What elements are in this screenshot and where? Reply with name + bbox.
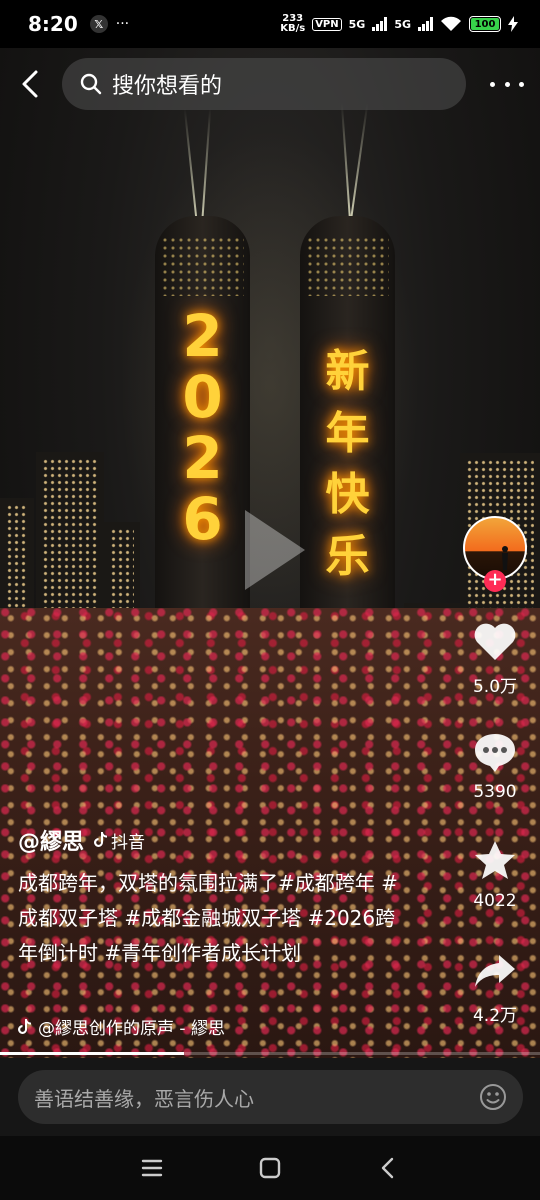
tiktok-note-icon (94, 832, 108, 847)
emoji-icon[interactable] (479, 1083, 507, 1111)
x-app-icon: 𝕏 (89, 15, 108, 33)
music-row[interactable]: @繆思创作的原声 - 繆思 (18, 1014, 225, 1039)
play-icon[interactable] (245, 510, 305, 590)
like-count: 5.0万 (472, 677, 518, 697)
search-placeholder: 搜你想看的 (112, 74, 223, 99)
sim2-label: 5G (394, 17, 411, 31)
signal-icon (372, 17, 388, 31)
charging-icon (508, 16, 518, 32)
music-title: @繆思创作的原声 - 繆思 (38, 1019, 225, 1039)
star-icon (475, 841, 515, 879)
comment-icon (475, 734, 515, 772)
comment-button[interactable]: 5390 (455, 728, 535, 802)
video-progress-fill (0, 1052, 184, 1055)
tower-left: 2026 (155, 216, 250, 666)
more-options-icon[interactable] (490, 70, 524, 98)
battery-level: 100 (474, 18, 496, 30)
like-button[interactable]: 5.0万 (455, 618, 535, 697)
back-arrow-icon[interactable] (14, 66, 50, 102)
search-icon (80, 73, 102, 95)
wifi-icon (441, 16, 461, 31)
author-row: @繆思 抖音 (18, 824, 145, 856)
share-count: 4.2万 (472, 1006, 518, 1026)
tower-right: 新年快乐 (300, 216, 395, 666)
platform-name: 抖音 (111, 832, 146, 853)
recent-apps-icon[interactable] (138, 1154, 166, 1182)
comment-input[interactable]: 善语结善缘，恶言伤人心 (18, 1070, 523, 1124)
tower-left-text: 2026 (182, 302, 223, 553)
heart-icon (474, 623, 516, 660)
video-progress-bar[interactable] (0, 1052, 540, 1055)
tower-right-text: 新年快乐 (325, 346, 370, 582)
author-avatar-wrap[interactable]: + (463, 516, 527, 592)
vpn-badge: VPN (312, 17, 342, 31)
comment-count: 5390 (473, 782, 517, 802)
favorite-button[interactable]: 4022 (455, 837, 535, 911)
video-description[interactable]: 成都跨年，双塔的氛围拉满了#成都跨年 #成都双子塔 #成都金融城双子塔 #202… (18, 866, 408, 971)
signal-icon-2 (418, 17, 433, 31)
status-time: 8:20 (28, 12, 78, 36)
back-nav-icon[interactable] (374, 1154, 402, 1182)
home-icon[interactable] (256, 1154, 284, 1182)
platform-tag: 抖音 (94, 828, 145, 853)
tiktok-note-icon (18, 1018, 31, 1034)
favorite-count: 4022 (473, 891, 517, 911)
battery-icon: 100 (469, 16, 501, 32)
sim1-label: 5G (348, 17, 366, 31)
more-notifications-icon: ··· (115, 16, 130, 32)
share-arrow-icon (475, 955, 515, 987)
net-speed-unit: KB/s (280, 23, 306, 34)
follow-button[interactable]: + (484, 570, 506, 592)
share-button[interactable]: 4.2万 (455, 947, 535, 1026)
net-speed: 233 KB/s (280, 14, 305, 34)
status-bar: 8:20 𝕏 ··· 233 KB/s VPN 5G 5G 100 (0, 0, 540, 48)
search-input[interactable]: 搜你想看的 (62, 58, 466, 110)
author-name[interactable]: @繆思 (18, 824, 84, 856)
system-nav-bar (0, 1136, 540, 1200)
comment-placeholder: 善语结善缘，恶言伤人心 (34, 1086, 254, 1111)
